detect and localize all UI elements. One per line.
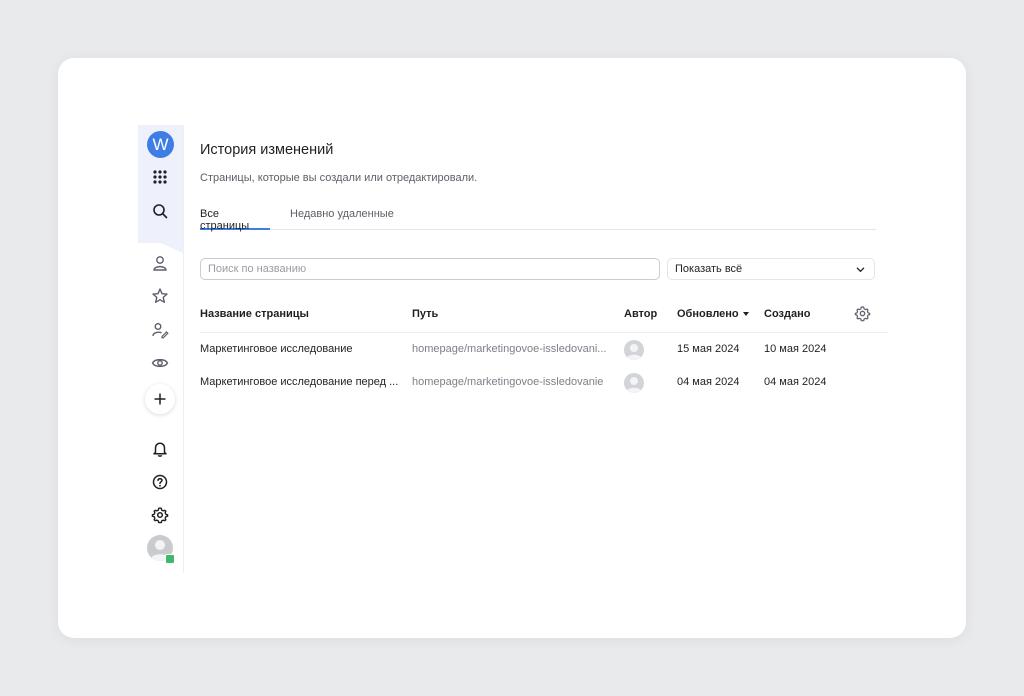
row-updated-date: 15 мая 2024: [677, 343, 740, 355]
search-icon[interactable]: [150, 201, 170, 221]
page-title: История изменений: [200, 142, 334, 158]
create-button[interactable]: [145, 384, 175, 414]
bell-icon[interactable]: [150, 439, 170, 459]
filter-select-value: Показать всё: [675, 263, 743, 275]
sidebar: W: [138, 125, 184, 573]
sort-desc-icon: [742, 312, 749, 317]
row-created-date: 10 мая 2024: [764, 343, 827, 355]
table-row[interactable]: Маркетинговое исследование homepage/mark…: [200, 333, 888, 366]
plus-icon: [154, 393, 166, 405]
status-badge: [165, 554, 175, 564]
table-settings-icon[interactable]: [854, 305, 871, 322]
filter-select[interactable]: Показать всё: [667, 258, 875, 280]
eye-icon[interactable]: [150, 353, 170, 373]
column-header-updated-label: Обновлено: [677, 308, 739, 320]
column-header-author[interactable]: Автор: [624, 308, 657, 320]
row-page-path[interactable]: homepage/marketingovoe-issledovanie: [412, 366, 608, 399]
gear-icon[interactable]: [150, 505, 170, 525]
column-header-path[interactable]: Путь: [412, 308, 438, 320]
row-created-date: 04 мая 2024: [764, 376, 827, 388]
apps-grid-icon[interactable]: [150, 167, 170, 187]
edit-user-icon[interactable]: [150, 320, 170, 340]
row-updated-date: 04 мая 2024: [677, 376, 740, 388]
user-icon[interactable]: [150, 253, 170, 273]
tab-all-pages[interactable]: Все страницы: [200, 208, 270, 232]
chevron-down-icon: [856, 267, 865, 273]
search-input[interactable]: [200, 258, 660, 280]
author-avatar[interactable]: [624, 373, 644, 393]
page-subtitle: Страницы, которые вы создали или отредак…: [200, 172, 478, 184]
row-page-name[interactable]: Маркетинговое исследование перед ...: [200, 366, 400, 399]
tabs: Все страницы Недавно удаленные: [200, 203, 876, 232]
row-page-name[interactable]: Маркетинговое исследование: [200, 333, 400, 366]
tab-recently-deleted[interactable]: Недавно удаленные: [290, 208, 394, 230]
column-header-created[interactable]: Создано: [764, 308, 810, 320]
table-row[interactable]: Маркетинговое исследование перед ... hom…: [200, 366, 888, 399]
author-avatar[interactable]: [624, 340, 644, 360]
app-logo[interactable]: W: [147, 131, 174, 158]
column-header-name[interactable]: Название страницы: [200, 308, 309, 320]
help-icon[interactable]: [150, 472, 170, 492]
star-icon[interactable]: [150, 286, 170, 306]
column-header-updated[interactable]: Обновлено: [677, 308, 749, 320]
row-page-path[interactable]: homepage/marketingovoe-issledovani...: [412, 333, 608, 366]
